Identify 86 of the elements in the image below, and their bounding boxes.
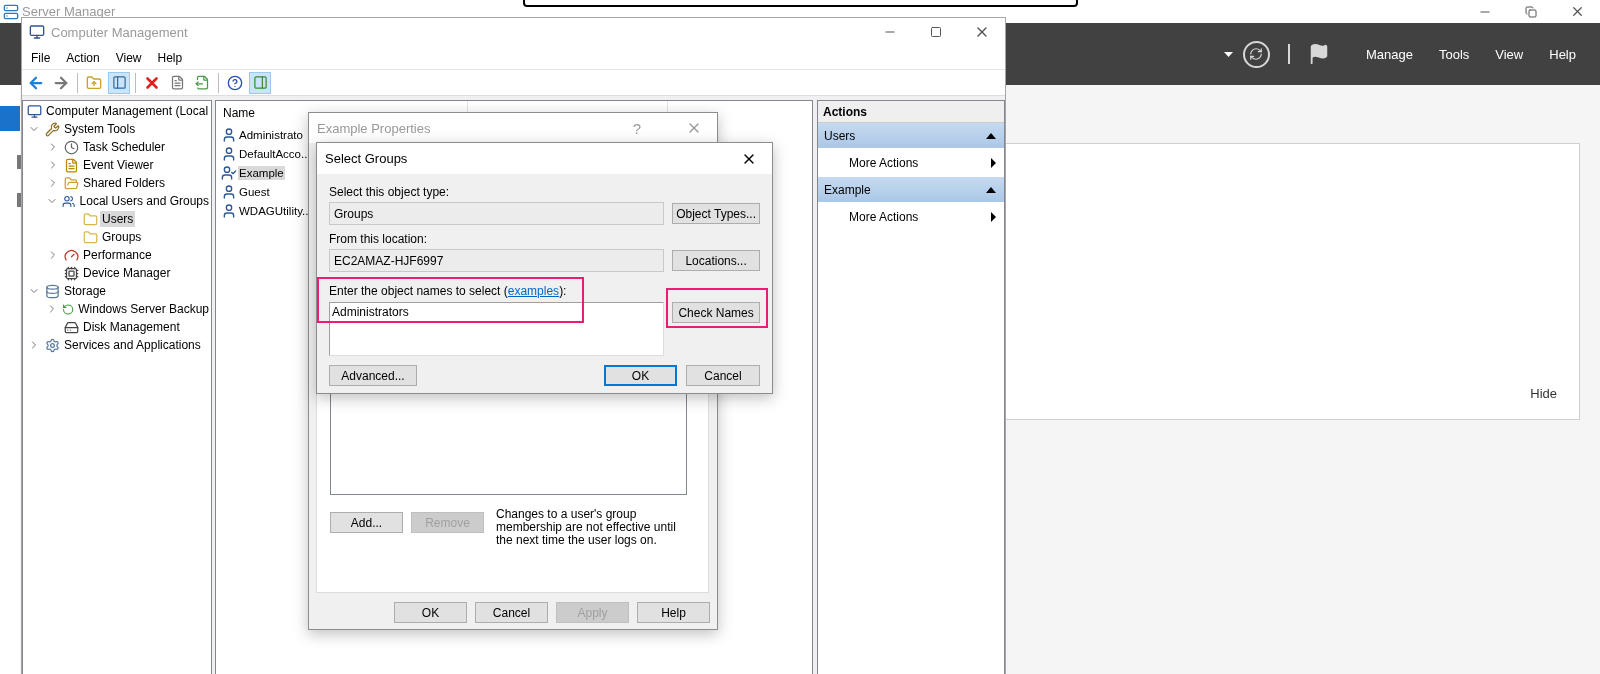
- submenu-arrow-icon: [991, 211, 996, 222]
- menu-item[interactable]: Action: [58, 50, 108, 65]
- caret-icon[interactable]: [1223, 51, 1233, 57]
- user-icon: [221, 164, 237, 181]
- advanced-button[interactable]: Advanced...: [329, 365, 417, 386]
- section-title: Users: [824, 128, 856, 143]
- action-item[interactable]: More Actions: [849, 209, 919, 224]
- list-item[interactable]: Guest: [238, 184, 271, 199]
- hide-link[interactable]: Hide: [1530, 386, 1557, 401]
- clock-icon: [64, 139, 79, 155]
- actions-title: Actions: [818, 101, 1004, 123]
- examples-link[interactable]: examples: [507, 284, 560, 298]
- tree-item[interactable]: Groups: [100, 229, 144, 245]
- action-section-header[interactable]: Users: [818, 123, 1004, 148]
- device-icon: [64, 265, 79, 281]
- object-type-field[interactable]: Groups: [329, 202, 665, 225]
- header-menu-item[interactable]: Manage: [1365, 46, 1413, 62]
- server-icon: [3, 3, 19, 20]
- list-item[interactable]: DefaultAcco..: [238, 146, 309, 161]
- tree-item[interactable]: Local Users and Groups: [77, 193, 211, 209]
- restore-icon[interactable]: [1525, 5, 1537, 18]
- log-icon: [64, 157, 79, 173]
- backup-icon: [62, 301, 75, 317]
- dialog-title: Select Groups: [325, 151, 408, 166]
- header-menu-item[interactable]: View: [1495, 46, 1524, 62]
- location-field[interactable]: EC2AMAZ-HJF6997: [329, 249, 665, 272]
- menu-item[interactable]: View: [107, 50, 150, 65]
- collapse-triangle-icon[interactable]: [986, 186, 996, 193]
- gauge-icon: [64, 247, 79, 263]
- section-title: Example: [824, 182, 871, 197]
- shared-folder-icon: [64, 175, 79, 191]
- folder-icon: [83, 229, 98, 245]
- check-names-button[interactable]: Check Names: [672, 302, 760, 323]
- dialog-title: Example Properties: [317, 120, 431, 136]
- tree-item[interactable]: System Tools: [62, 121, 138, 137]
- list-item[interactable]: Administrato: [238, 127, 304, 142]
- action-section-header[interactable]: Example: [818, 177, 1004, 202]
- list-item[interactable]: Example: [238, 165, 285, 180]
- menu-item[interactable]: File: [23, 50, 59, 65]
- user-icon: [221, 183, 237, 200]
- tree-item[interactable]: Performance: [81, 247, 154, 263]
- storage-icon: [45, 283, 60, 299]
- header-menu-item[interactable]: Help: [1549, 46, 1576, 62]
- tree-item[interactable]: Disk Management: [81, 319, 182, 335]
- tree-item[interactable]: Windows Server Backup: [76, 301, 211, 317]
- maximize-icon[interactable]: [930, 26, 942, 38]
- tree-item[interactable]: Task Scheduler: [81, 139, 168, 155]
- refresh-button[interactable]: [1242, 40, 1270, 68]
- header-menu-item[interactable]: Tools: [1438, 46, 1470, 62]
- dialog-button[interactable]: Cancel: [686, 365, 760, 386]
- locations-button[interactable]: Locations...: [672, 250, 760, 271]
- tree-item[interactable]: Device Manager: [81, 265, 173, 281]
- gear-icon: [45, 337, 60, 353]
- dialog-button[interactable]: OK: [604, 365, 677, 386]
- action-item[interactable]: More Actions: [849, 155, 919, 170]
- users-icon: [62, 193, 76, 209]
- object-types-button[interactable]: Object Types...: [672, 203, 760, 224]
- membership-note: Changes to a user's group membership are not effective until the next time the user logs on.: [496, 508, 677, 547]
- dashboard-tile[interactable]: [0, 106, 20, 131]
- tree-item[interactable]: Users: [100, 211, 136, 227]
- computer-icon: [29, 24, 45, 40]
- collapse-triangle-icon[interactable]: [986, 132, 996, 139]
- tree-item[interactable]: Services and Applications: [62, 337, 203, 353]
- submenu-arrow-icon: [991, 157, 996, 168]
- wrench-icon: [45, 121, 60, 137]
- list-item[interactable]: WDAGUtility..: [238, 203, 310, 218]
- field-label: Select this object type:: [329, 185, 451, 200]
- menu-item[interactable]: Help: [149, 50, 191, 65]
- dialog-button[interactable]: Help: [637, 602, 710, 623]
- list-action-button[interactable]: Add...: [330, 512, 403, 533]
- tree-item[interactable]: Event Viewer: [81, 157, 156, 173]
- window-title: Computer Management: [51, 24, 188, 40]
- computer-icon: [27, 103, 42, 119]
- window-title: Server Manager: [22, 4, 116, 19]
- object-names-field[interactable]: Administrators: [329, 302, 665, 356]
- user-icon: [221, 202, 237, 219]
- dialog-button[interactable]: Cancel: [475, 602, 548, 623]
- field-label: From this location:: [329, 232, 429, 247]
- tree-item[interactable]: Shared Folders: [81, 175, 168, 191]
- user-icon: [221, 126, 237, 143]
- tree-item[interactable]: Computer Management (Local: [44, 103, 211, 119]
- refresh-icon[interactable]: [1249, 47, 1264, 61]
- folder-icon: [83, 211, 98, 227]
- user-icon: [221, 145, 237, 162]
- dialog-button[interactable]: OK: [394, 602, 467, 623]
- tree-item[interactable]: Storage: [62, 283, 109, 299]
